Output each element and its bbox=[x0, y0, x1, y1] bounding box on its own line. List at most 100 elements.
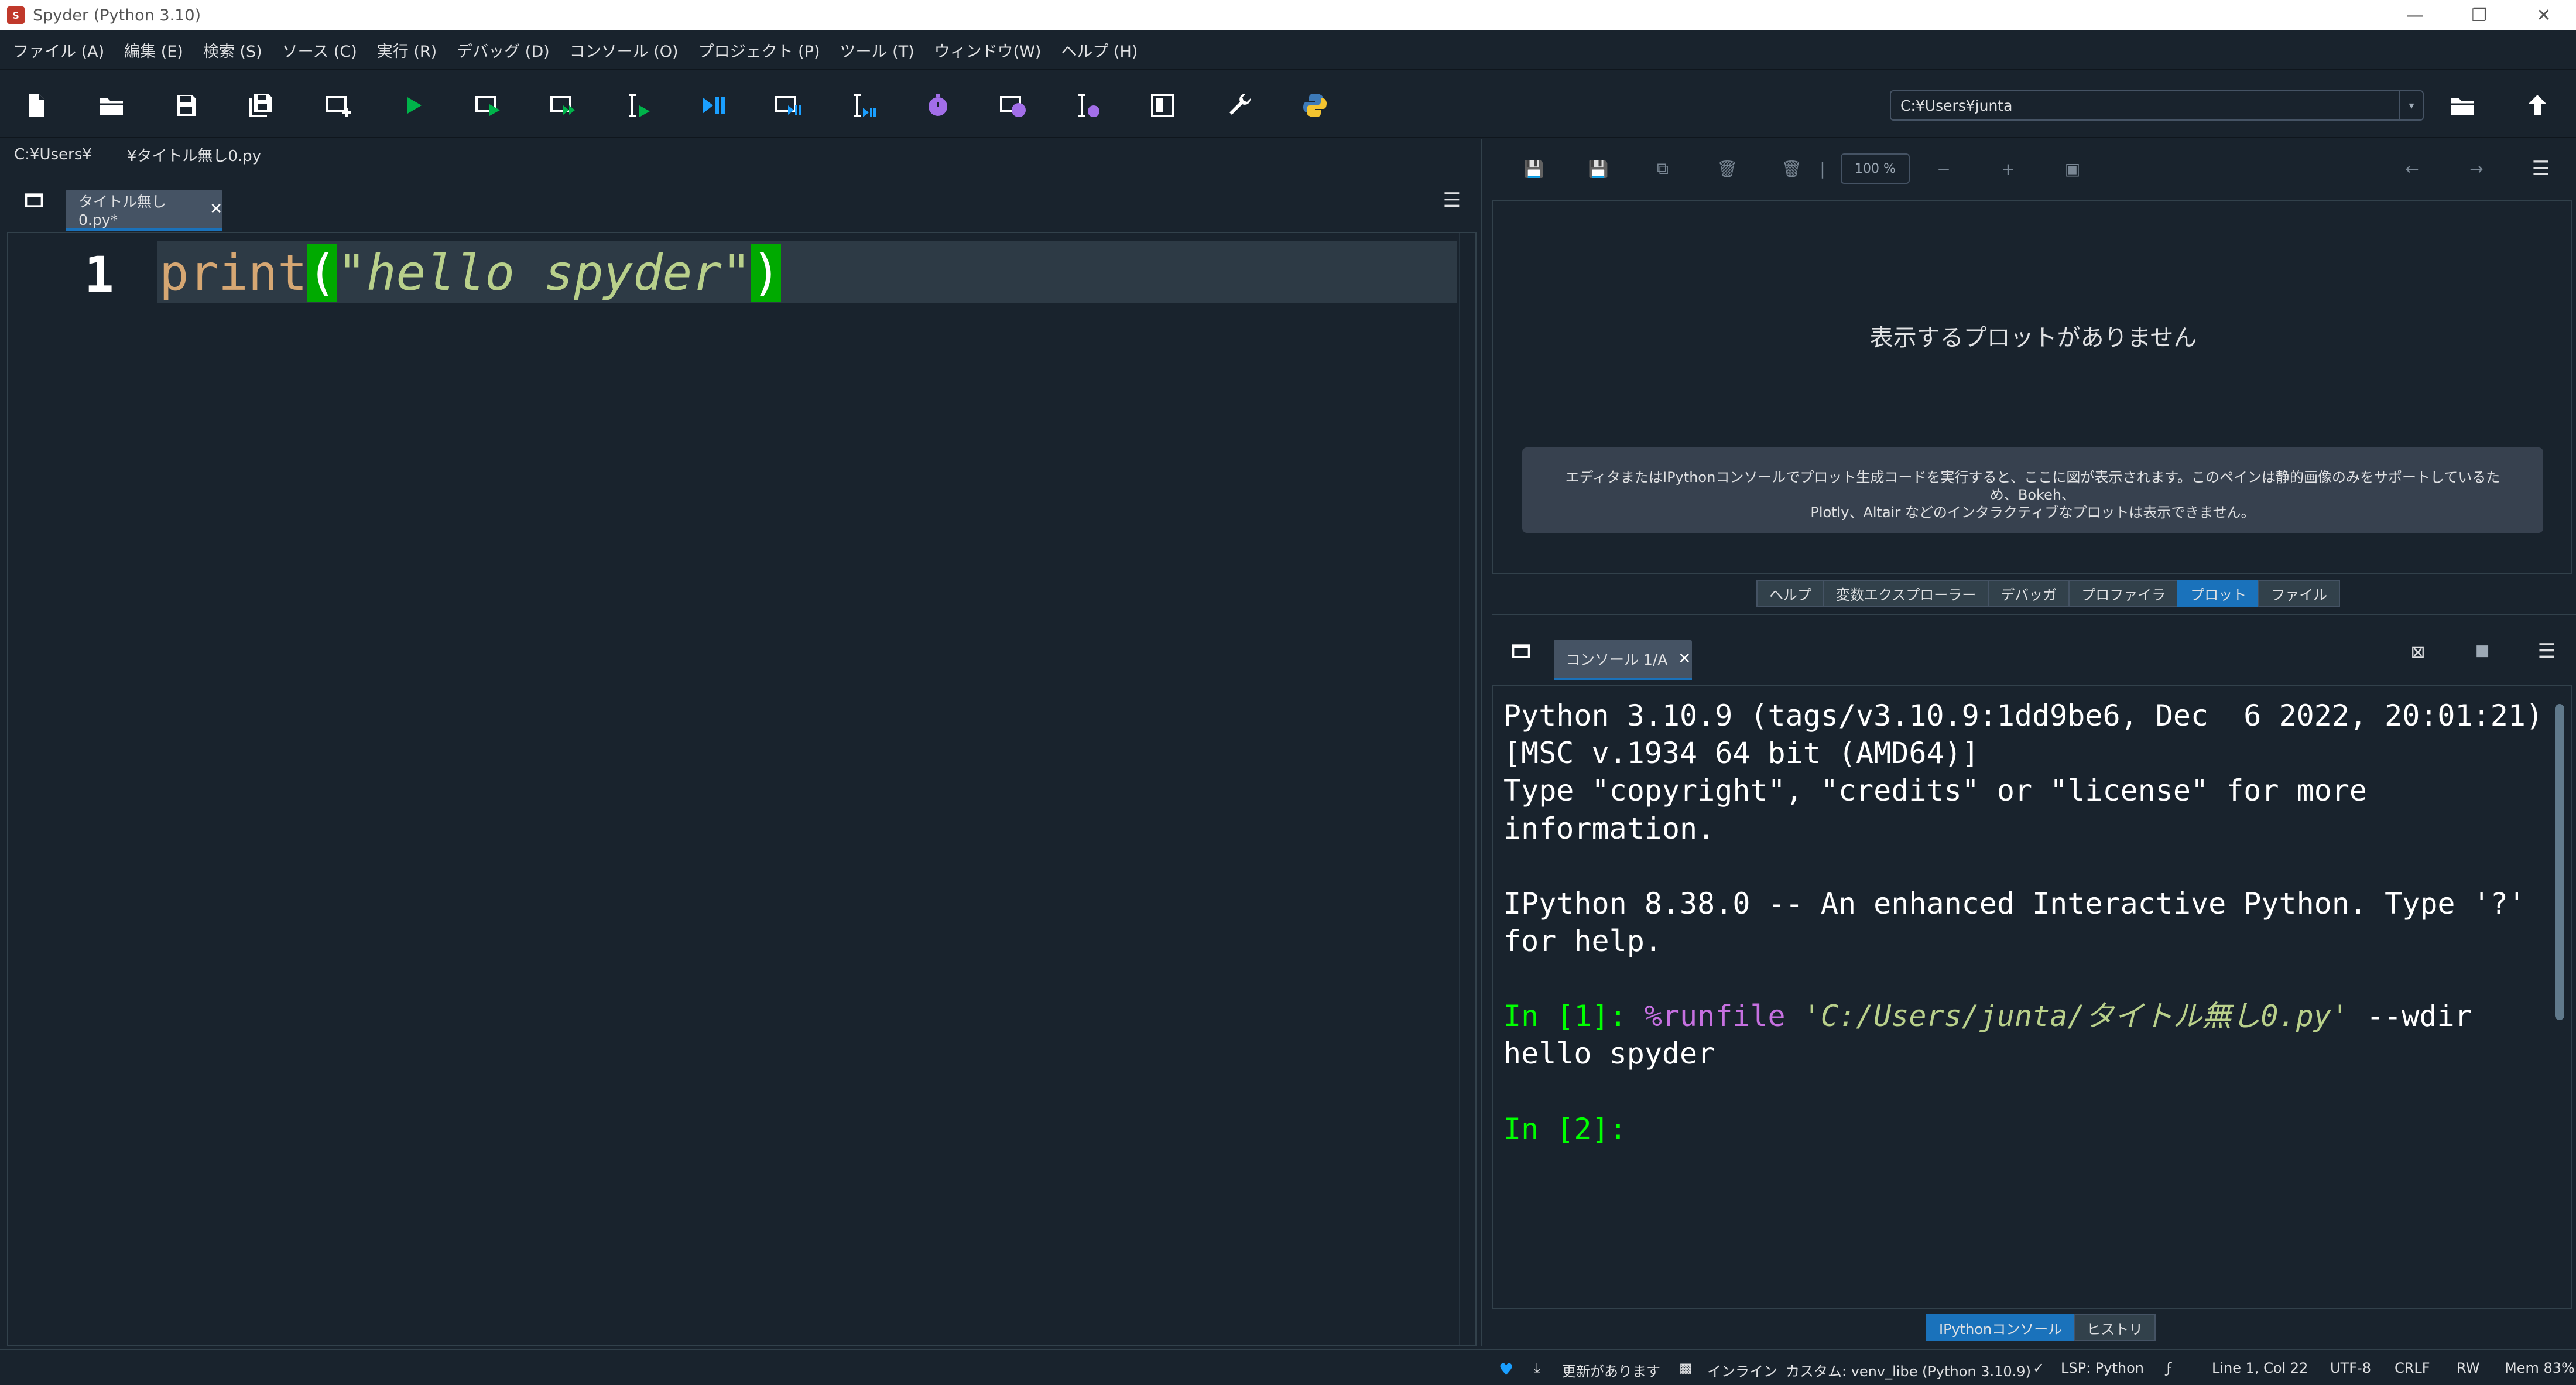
close-icon[interactable]: ✕ bbox=[210, 200, 222, 218]
tab-history[interactable]: ヒストリ bbox=[2074, 1314, 2156, 1341]
minimize-button[interactable]: — bbox=[2383, 0, 2447, 30]
python-icon[interactable] bbox=[1297, 88, 1332, 123]
copy-plot-icon[interactable]: ⧉ bbox=[1651, 157, 1674, 180]
status-env[interactable]: カスタム: venv_libe (Python 3.10.9) bbox=[1786, 1360, 2031, 1380]
code-string: "hello spyder" bbox=[337, 244, 752, 302]
save-all-plots-icon[interactable]: 💾 bbox=[1587, 157, 1610, 180]
scrollbar-thumb[interactable] bbox=[2555, 704, 2564, 1020]
close-window-button[interactable]: ✕ bbox=[2512, 0, 2576, 30]
console-banner-line3: Type "copyright", "credits" or "license"… bbox=[1503, 774, 2368, 808]
new-cell-icon[interactable] bbox=[321, 88, 356, 123]
status-update[interactable]: 更新があります bbox=[1562, 1360, 1660, 1380]
status-eol: CRLF bbox=[2395, 1360, 2430, 1376]
browse-tabs-icon[interactable] bbox=[22, 189, 46, 212]
tab-profiler[interactable]: プロファイラ bbox=[2068, 580, 2179, 607]
menu-search[interactable]: 検索 (S) bbox=[203, 39, 262, 61]
new-file-icon[interactable] bbox=[19, 88, 54, 123]
previous-plot-icon[interactable]: ← bbox=[2400, 157, 2424, 180]
tab-plots[interactable]: プロット bbox=[2177, 580, 2260, 607]
status-inline[interactable]: インライン bbox=[1707, 1360, 1777, 1380]
zoom-in-icon[interactable]: + bbox=[1996, 157, 2020, 180]
restore-button[interactable]: ❐ bbox=[2447, 0, 2512, 30]
save-plot-icon[interactable]: 💾 bbox=[1522, 157, 1546, 180]
tab-debugger[interactable]: デバッガ bbox=[1988, 580, 2070, 607]
save-all-icon[interactable] bbox=[244, 88, 279, 123]
clear-console-icon[interactable]: ⊠ bbox=[2406, 642, 2430, 665]
code-close-paren: ) bbox=[751, 244, 782, 302]
tab-help[interactable]: ヘルプ bbox=[1756, 580, 1824, 607]
status-position: Line 1, Col 22 bbox=[2212, 1360, 2308, 1376]
profile-icon[interactable] bbox=[920, 88, 955, 123]
ipython-console[interactable]: Python 3.10.9 (tags/v3.10.9:1dd9be6, Dec… bbox=[1492, 685, 2572, 1309]
run-cell-icon[interactable] bbox=[471, 88, 506, 123]
console-tab-label: コンソール 1/A bbox=[1566, 651, 1668, 668]
console-scrollbar[interactable] bbox=[2551, 692, 2568, 1305]
tab-ipython-console[interactable]: IPythonコンソール bbox=[1926, 1314, 2075, 1341]
menu-help[interactable]: ヘルプ (H) bbox=[1061, 39, 1138, 61]
status-lsp[interactable]: LSP: Python bbox=[2061, 1360, 2144, 1376]
stop-icon[interactable]: ■ bbox=[2471, 642, 2494, 665]
profile-cell-icon[interactable] bbox=[995, 88, 1030, 123]
plots-info-line1: エディタまたはIPythonコンソールでプロット生成コードを実行すると、ここに図… bbox=[1565, 469, 2500, 503]
save-icon[interactable] bbox=[169, 88, 204, 123]
breadcrumb-path-start[interactable]: C:¥Users¥ bbox=[14, 146, 92, 163]
debug-cell-icon[interactable] bbox=[770, 88, 806, 123]
open-folder-icon[interactable] bbox=[94, 88, 129, 123]
main-toolbar: C:¥Users¥junta ▾ bbox=[0, 70, 2576, 138]
preferences-icon[interactable] bbox=[1222, 88, 1258, 123]
working-directory-combo[interactable]: C:¥Users¥junta ▾ bbox=[1890, 90, 2424, 121]
remove-all-plots-icon[interactable]: 🗑 bbox=[1780, 157, 1803, 180]
code-editor[interactable]: 1 print("hello spyder") bbox=[7, 232, 1477, 1346]
browse-consoles-icon[interactable] bbox=[1509, 640, 1533, 663]
status-encoding: UTF-8 bbox=[2330, 1360, 2371, 1376]
vertical-splitter[interactable] bbox=[1481, 139, 1492, 1346]
run-icon[interactable] bbox=[396, 88, 431, 123]
plots-options-menu-icon[interactable]: ☰ bbox=[2529, 157, 2553, 180]
code-open-paren: ( bbox=[307, 244, 337, 302]
run-selection-icon[interactable] bbox=[621, 88, 656, 123]
breadcrumb: C:¥Users¥ ¥タイトル無し0.py bbox=[0, 139, 1481, 170]
debug-icon[interactable] bbox=[696, 88, 731, 123]
menu-file[interactable]: ファイル (A) bbox=[13, 39, 104, 61]
menu-run[interactable]: 実行 (R) bbox=[377, 39, 437, 61]
tab-files[interactable]: ファイル bbox=[2258, 580, 2341, 607]
chevron-down-icon[interactable]: ▾ bbox=[2399, 91, 2423, 119]
console-output[interactable]: Python 3.10.9 (tags/v3.10.9:1dd9be6, Dec… bbox=[1503, 697, 2551, 1148]
tab-variable-explorer[interactable]: 変数エクスプローラー bbox=[1823, 580, 1989, 607]
close-icon[interactable]: ✕ bbox=[1678, 650, 1691, 668]
console-ipython-line1: IPython 8.38.0 -- An enhanced Interactiv… bbox=[1503, 886, 2526, 921]
menu-source[interactable]: ソース (C) bbox=[282, 39, 357, 61]
code-line-1[interactable]: print("hello spyder") bbox=[159, 244, 782, 302]
next-plot-icon[interactable]: → bbox=[2465, 157, 2488, 180]
menu-project[interactable]: プロジェクト (P) bbox=[698, 39, 820, 61]
heart-icon[interactable]: ♥ bbox=[1499, 1360, 1513, 1379]
horizontal-splitter[interactable] bbox=[1492, 614, 2576, 624]
tab-untitled0[interactable]: タイトル無し0.py* ✕ bbox=[66, 190, 222, 231]
menu-tools[interactable]: ツール (T) bbox=[840, 39, 914, 61]
maximize-pane-icon[interactable] bbox=[1145, 88, 1180, 123]
menu-window[interactable]: ウィンドウ(W) bbox=[934, 39, 1042, 61]
console-banner-line2: [MSC v.1934 64 bit (AMD64)] bbox=[1503, 736, 1979, 771]
menu-console[interactable]: コンソール (O) bbox=[570, 39, 679, 61]
remove-plot-icon[interactable]: 🗑 bbox=[1715, 157, 1739, 180]
parent-directory-icon[interactable] bbox=[2520, 88, 2555, 123]
run-cell-advance-icon[interactable] bbox=[546, 88, 581, 123]
console-output-1: hello spyder bbox=[1503, 1037, 1715, 1071]
zoom-level[interactable]: 100 % bbox=[1841, 153, 1910, 184]
zoom-out-icon[interactable]: − bbox=[1932, 157, 1955, 180]
menu-edit[interactable]: 編集 (E) bbox=[124, 39, 183, 61]
console-options-menu-icon[interactable]: ☰ bbox=[2535, 640, 2558, 663]
tab-console-1a[interactable]: コンソール 1/A ✕ bbox=[1554, 640, 1692, 680]
menu-debug[interactable]: デバッグ (D) bbox=[457, 39, 549, 61]
plots-toolbar: 💾 💾 ⧉ 🗑 🗑 | 100 % − + ▣ ← → ☰ bbox=[1492, 139, 2576, 198]
console-pane-tabs: IPythonコンソール ヒストリ bbox=[1926, 1314, 2156, 1342]
breadcrumb-path-end[interactable]: ¥タイトル無し0.py bbox=[127, 144, 261, 166]
browse-folder-icon[interactable] bbox=[2445, 88, 2480, 123]
console-ipython-line2: for help. bbox=[1503, 924, 1662, 959]
editor-options-menu-icon[interactable]: ☰ bbox=[1440, 189, 1464, 212]
fit-plot-icon[interactable]: ▣ bbox=[2061, 157, 2084, 180]
profile-selection-icon[interactable] bbox=[1070, 88, 1105, 123]
debug-selection-icon[interactable] bbox=[845, 88, 881, 123]
editor-scrollbar[interactable] bbox=[1459, 233, 1475, 1345]
